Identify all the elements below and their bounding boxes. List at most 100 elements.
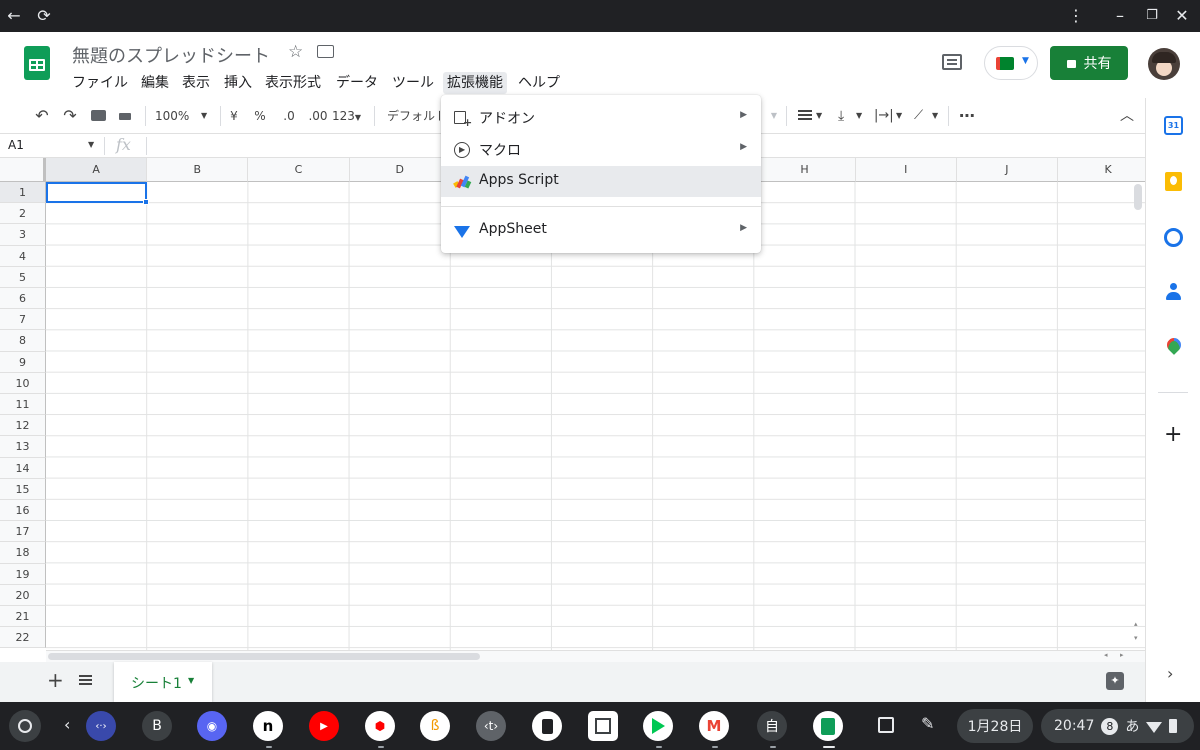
shelf-app-play-store[interactable]	[643, 711, 673, 741]
contacts-icon[interactable]	[1165, 282, 1182, 302]
shelf-app-browser[interactable]: B	[142, 711, 172, 741]
row-header-8[interactable]: 8	[0, 330, 46, 352]
scrollbar-thumb[interactable]	[48, 653, 480, 660]
sheet-tab[interactable]: シート1 ▼	[114, 662, 212, 702]
row-header-1[interactable]: 1	[0, 182, 46, 204]
row-header-20[interactable]: 20	[0, 584, 46, 606]
zoom-select[interactable]: 100% ▼	[155, 104, 215, 128]
stylus-pen-icon[interactable]: ✎	[921, 714, 934, 733]
decrease-decimal-button[interactable]: .0	[278, 104, 300, 128]
menu-data[interactable]: データ	[336, 72, 378, 94]
more-horiz-icon[interactable]: ⋯	[957, 104, 977, 128]
menu-edit[interactable]: 編集	[141, 72, 169, 94]
menu-view[interactable]: 表示	[182, 72, 210, 94]
scroll-down-icon[interactable]: ▾	[1134, 634, 1138, 642]
chevron-left-icon[interactable]: ‹	[64, 715, 70, 734]
back-arrow-icon[interactable]: ←	[2, 4, 26, 28]
increase-decimal-button[interactable]: .00	[305, 104, 331, 128]
shelf-app-youtube[interactable]: ▶	[309, 711, 339, 741]
shelf-app-gmail[interactable]: M	[699, 711, 729, 741]
row-header-15[interactable]: 15	[0, 478, 46, 500]
meet-button[interactable]: ▼	[984, 46, 1038, 80]
row-header-9[interactable]: 9	[0, 351, 46, 373]
horizontal-scrollbar[interactable]: ◂ ▸	[46, 650, 1145, 662]
shelf-app-calculator[interactable]	[532, 711, 562, 741]
status-area[interactable]: 20:47 8 あ	[1041, 709, 1194, 743]
move-folder-icon[interactable]	[317, 45, 334, 58]
shelf-app-vpn[interactable]: ‹·›	[86, 711, 116, 741]
shelf-app-note[interactable]: n	[253, 711, 283, 741]
vertical-align-button[interactable]: ⤓ ▼	[836, 104, 866, 128]
print-icon[interactable]	[88, 104, 108, 128]
scroll-up-icon[interactable]: ▴	[1134, 620, 1138, 628]
menu-tools[interactable]: ツール	[392, 72, 434, 94]
row-header-6[interactable]: 6	[0, 288, 46, 310]
horizontal-align-button[interactable]: ▼	[796, 104, 826, 128]
menu-file[interactable]: ファイル	[72, 72, 128, 94]
holding-space-icon[interactable]	[878, 717, 894, 733]
explore-icon[interactable]: ✦	[1106, 672, 1124, 690]
text-rotation-button[interactable]: ⟋ ▼	[912, 104, 942, 128]
row-header-13[interactable]: 13	[0, 436, 46, 458]
add-icon[interactable]: +	[1164, 424, 1182, 446]
sheets-logo-icon[interactable]	[24, 46, 50, 80]
scroll-left-icon[interactable]: ◂	[1104, 651, 1108, 659]
select-all-corner[interactable]	[0, 158, 46, 182]
keep-icon[interactable]	[1165, 172, 1182, 191]
shelf-app-editor[interactable]: ß	[420, 711, 450, 741]
text-wrap-button[interactable]: |→| ▼	[872, 104, 904, 128]
minimize-icon[interactable]: –	[1108, 4, 1132, 28]
row-header-17[interactable]: 17	[0, 521, 46, 543]
comments-icon[interactable]	[942, 54, 962, 70]
shelf-app-discord[interactable]: ◉	[197, 711, 227, 741]
date-pill[interactable]: 1月28日	[957, 709, 1033, 743]
column-header-d[interactable]: D	[349, 158, 451, 182]
row-header-19[interactable]: 19	[0, 563, 46, 585]
row-header-10[interactable]: 10	[0, 372, 46, 394]
column-header-a[interactable]: A	[46, 158, 148, 182]
name-box[interactable]: A1	[8, 138, 24, 152]
all-sheets-menu-icon[interactable]	[79, 675, 92, 677]
row-header-22[interactable]: 22	[0, 627, 46, 649]
close-icon[interactable]: ✕	[1170, 4, 1194, 28]
menu-format[interactable]: 表示形式	[265, 72, 321, 94]
row-header-3[interactable]: 3	[0, 224, 46, 246]
column-header-i[interactable]: I	[855, 158, 957, 182]
menu-insert[interactable]: 挿入	[224, 72, 252, 94]
reload-icon[interactable]: ⟳	[32, 4, 56, 28]
restore-icon[interactable]: ❐	[1140, 4, 1164, 28]
row-header-2[interactable]: 2	[0, 203, 46, 225]
shelf-app-youtube-studio[interactable]: ⬢	[365, 711, 395, 741]
row-header-16[interactable]: 16	[0, 500, 46, 522]
row-header-5[interactable]: 5	[0, 266, 46, 288]
row-header-12[interactable]: 12	[0, 415, 46, 437]
chevron-down-icon[interactable]: ▼	[88, 140, 94, 149]
row-header-21[interactable]: 21	[0, 606, 46, 628]
avatar[interactable]	[1148, 48, 1180, 80]
column-header-h[interactable]: H	[754, 158, 856, 182]
chevron-right-icon[interactable]: ›	[1167, 664, 1173, 683]
star-icon[interactable]: ☆	[288, 42, 303, 62]
menu-item-appsheet[interactable]: AppSheet ▶	[441, 215, 761, 246]
percent-button[interactable]: %	[252, 104, 268, 128]
collapse-chevron-up-icon[interactable]: ︿	[1117, 104, 1137, 128]
scroll-right-icon[interactable]: ▸	[1120, 651, 1124, 659]
tasks-icon[interactable]	[1164, 228, 1183, 247]
launcher-icon[interactable]	[9, 710, 41, 742]
column-header-b[interactable]: B	[147, 158, 249, 182]
redo-icon[interactable]: ↷	[60, 104, 80, 128]
row-header-18[interactable]: 18	[0, 542, 46, 564]
paint-format-icon[interactable]	[115, 104, 135, 128]
calendar-icon[interactable]: 31	[1164, 116, 1183, 135]
shelf-app-sheets[interactable]	[813, 711, 843, 741]
vertical-scrollbar-thumb[interactable]	[1134, 184, 1142, 210]
menu-help[interactable]: ヘルプ	[518, 72, 560, 94]
menu-item-addons[interactable]: + アドオン ▶	[441, 102, 761, 133]
more-vert-icon[interactable]: ⋮	[1064, 4, 1088, 28]
document-title[interactable]: 無題のスプレッドシート	[72, 42, 270, 68]
column-header-c[interactable]: C	[248, 158, 350, 182]
row-header-4[interactable]: 4	[0, 245, 46, 267]
currency-button[interactable]: ¥	[226, 104, 242, 128]
row-header-14[interactable]: 14	[0, 457, 46, 479]
maps-icon[interactable]	[1164, 335, 1184, 355]
